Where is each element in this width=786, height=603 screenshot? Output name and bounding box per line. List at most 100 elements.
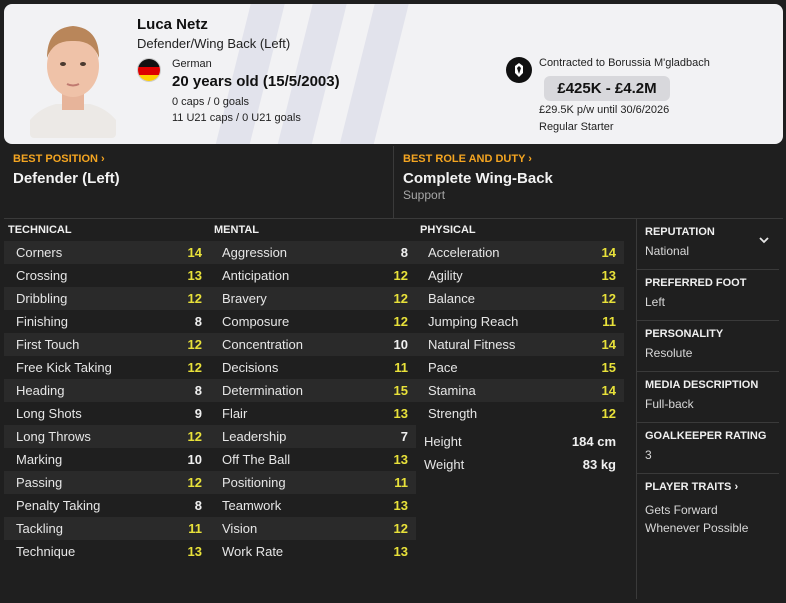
physical-attribute-row[interactable]: Acceleration 14 [416, 241, 624, 264]
club-crest-icon[interactable] [506, 57, 532, 83]
attribute-value: 13 [393, 406, 408, 421]
technical-attribute-row[interactable]: Passing 12 [4, 471, 210, 494]
nationality: German [172, 58, 212, 70]
technical-attribute-row[interactable]: Finishing 8 [4, 310, 210, 333]
mental-title: MENTAL [214, 224, 260, 236]
player-info-sidebar: REPUTATION National PREFERRED FOOT Left … [636, 219, 783, 599]
technical-attribute-row[interactable]: First Touch 12 [4, 333, 210, 356]
mental-attribute-row[interactable]: Teamwork 13 [210, 494, 416, 517]
preferred-foot-value: Left [645, 295, 666, 309]
mental-attribute-row[interactable]: Concentration 10 [210, 333, 416, 356]
technical-attribute-row[interactable]: Technique 13 [4, 540, 210, 563]
trait-item: Whenever Possible [645, 521, 749, 535]
physical-attribute-row[interactable]: Pace 15 [416, 356, 624, 379]
goalkeeper-rating-value: 3 [645, 448, 652, 462]
physical-attribute-row[interactable]: Jumping Reach 11 [416, 310, 624, 333]
height-row: Height 184 cm [416, 430, 624, 453]
trait-item: Gets Forward [645, 503, 718, 517]
mental-attribute-row[interactable]: Flair 13 [210, 402, 416, 425]
technical-attribute-row[interactable]: Heading 8 [4, 379, 210, 402]
u21-caps: 11 U21 caps / 0 U21 goals [172, 112, 301, 124]
mental-attribute-row[interactable]: Bravery 12 [210, 287, 416, 310]
mental-attribute-row[interactable]: Decisions 11 [210, 356, 416, 379]
germany-flag-icon [137, 58, 161, 82]
technical-attribute-row[interactable]: Tackling 11 [4, 517, 210, 540]
attribute-value: 12 [187, 475, 202, 490]
attribute-value: 13 [393, 544, 408, 559]
best-role-label[interactable]: BEST ROLE AND DUTY › [403, 153, 532, 165]
mental-attribute-row[interactable]: Positioning 11 [210, 471, 416, 494]
attribute-label: Decisions [222, 360, 279, 375]
technical-attribute-row[interactable]: Marking 10 [4, 448, 210, 471]
attribute-label: Off The Ball [222, 452, 291, 467]
goalkeeper-rating-block: GOALKEEPER RATING 3 [637, 423, 779, 474]
mental-column: MENTAL Aggression 8 Anticipation 12 Bravery 1… [210, 222, 416, 563]
chevron-down-icon[interactable] [759, 233, 769, 247]
physical-attribute-row[interactable]: Agility 13 [416, 264, 624, 287]
player-traits-block[interactable]: PLAYER TRAITS › Gets Forward Whenever Po… [637, 474, 779, 554]
attribute-value: 12 [601, 291, 616, 306]
reputation-block[interactable]: REPUTATION National [637, 219, 779, 270]
best-role-value: Complete Wing-Back [403, 170, 553, 187]
attribute-value: 12 [393, 268, 408, 283]
best-position-value: Defender (Left) [13, 170, 120, 187]
attribute-value: 8 [400, 245, 408, 260]
technical-attribute-row[interactable]: Long Throws 12 [4, 425, 210, 448]
weight-value: 83 kg [582, 457, 616, 472]
physical-attribute-row[interactable]: Stamina 14 [416, 379, 624, 402]
mental-attribute-row[interactable]: Composure 12 [210, 310, 416, 333]
physical-attribute-row[interactable]: Balance 12 [416, 287, 624, 310]
attribute-label: Crossing [16, 268, 68, 283]
attribute-label: Penalty Taking [16, 498, 101, 513]
mental-attribute-row[interactable]: Determination 15 [210, 379, 416, 402]
physical-column: PHYSICAL Acceleration 14 Agility 13 Balance 1… [416, 222, 624, 476]
contract-club[interactable]: Contracted to Borussia M'gladbach [539, 57, 710, 69]
attribute-label: Leadership [222, 429, 287, 444]
chevron-right-icon: › [528, 153, 532, 165]
attribute-label: Corners [16, 245, 63, 260]
attribute-label: Long Throws [16, 429, 91, 444]
best-position-panel[interactable]: BEST POSITION › Defender (Left) [4, 146, 392, 218]
attribute-value: 8 [194, 314, 202, 329]
international-caps: 0 caps / 0 goals [172, 96, 250, 108]
attribute-label: Concentration [222, 337, 303, 352]
mental-attribute-row[interactable]: Off The Ball 13 [210, 448, 416, 471]
mental-attribute-row[interactable]: Vision 12 [210, 517, 416, 540]
decorative-stripe [334, 4, 412, 144]
attribute-label: Flair [222, 406, 248, 421]
technical-attribute-row[interactable]: Dribbling 12 [4, 287, 210, 310]
attribute-label: Technique [16, 544, 76, 559]
attribute-value: 11 [602, 314, 616, 329]
physical-attribute-row[interactable]: Natural Fitness 14 [416, 333, 624, 356]
technical-attribute-row[interactable]: Crossing 13 [4, 264, 210, 287]
mental-attribute-row[interactable]: Leadership 7 [210, 425, 416, 448]
technical-title: TECHNICAL [8, 224, 72, 236]
attribute-value: 14 [187, 245, 202, 260]
attribute-value: 14 [601, 337, 616, 352]
attribute-value: 12 [601, 406, 616, 421]
attribute-label: Anticipation [222, 268, 290, 283]
weight-label: Weight [424, 457, 465, 472]
attribute-value: 15 [393, 383, 408, 398]
physical-attribute-row[interactable]: Strength 12 [416, 402, 624, 425]
technical-column: TECHNICAL Corners 14 Crossing 13 Dribbling 12… [4, 222, 210, 563]
mental-attribute-row[interactable]: Aggression 8 [210, 241, 416, 264]
attribute-label: Pace [428, 360, 458, 375]
height-value: 184 cm [571, 434, 616, 449]
technical-attribute-row[interactable]: Penalty Taking 8 [4, 494, 210, 517]
best-role-panel[interactable]: BEST ROLE AND DUTY › Complete Wing-Back … [393, 146, 783, 218]
attribute-value: 11 [188, 521, 202, 536]
media-description-block: MEDIA DESCRIPTION Full-back [637, 372, 779, 423]
player-traits-label[interactable]: PLAYER TRAITS › [645, 474, 779, 493]
best-position-label[interactable]: BEST POSITION › [13, 153, 105, 165]
player-position: Defender/Wing Back (Left) [137, 36, 291, 51]
mental-attribute-row[interactable]: Work Rate 13 [210, 540, 416, 563]
attribute-label: Positioning [222, 475, 286, 490]
mental-attribute-row[interactable]: Anticipation 12 [210, 264, 416, 287]
attribute-value: 13 [393, 452, 408, 467]
technical-attribute-row[interactable]: Free Kick Taking 12 [4, 356, 210, 379]
technical-attribute-row[interactable]: Corners 14 [4, 241, 210, 264]
attribute-label: Tackling [16, 521, 63, 536]
technical-attribute-row[interactable]: Long Shots 9 [4, 402, 210, 425]
attribute-value: 12 [393, 314, 408, 329]
